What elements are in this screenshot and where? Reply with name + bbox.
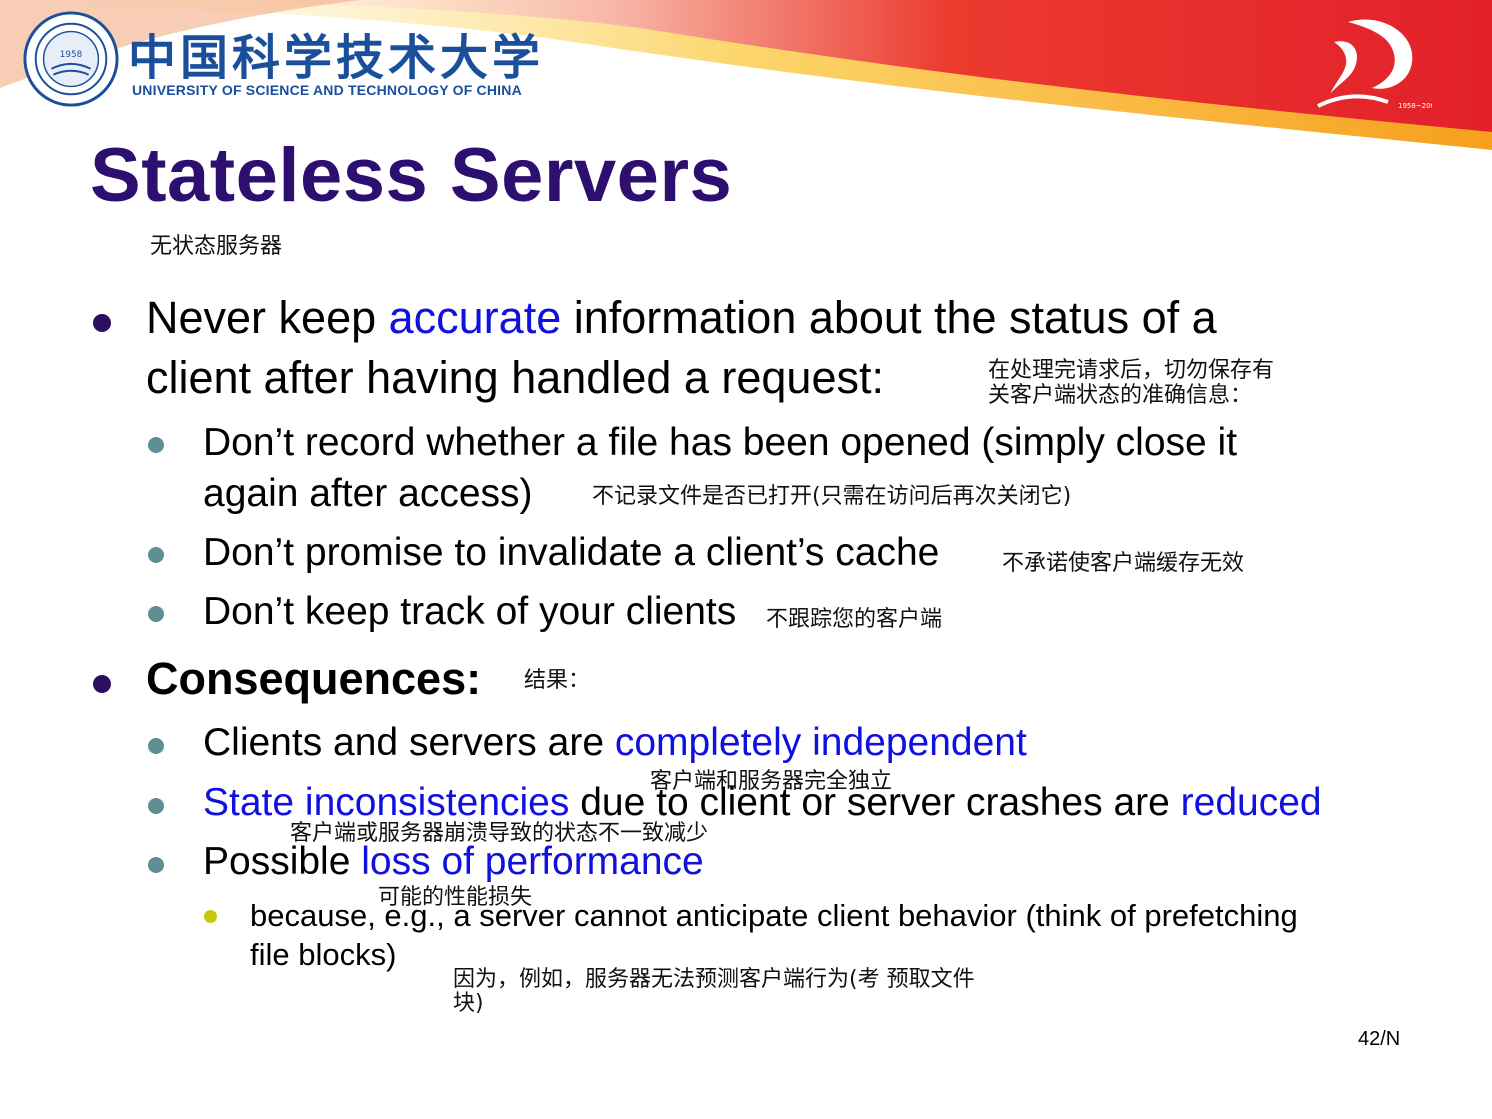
point-1-line-2: client after having handled a request: bbox=[146, 352, 884, 403]
bullet-dot bbox=[148, 437, 164, 453]
bullet-dot bbox=[148, 798, 164, 814]
point-2c-text: Possible loss of performance bbox=[203, 840, 704, 883]
point-1b-cn: 不承诺使客户端缓存无效 bbox=[1002, 551, 1245, 576]
school-name-en: UNIVERSITY OF SCIENCE AND TECHNOLOGY OF … bbox=[132, 82, 522, 98]
point-2c1-line-2: file blocks) bbox=[250, 937, 397, 972]
bullet-dot bbox=[148, 547, 164, 563]
point-2c1-cn-1: 因为，例如，服务器无法预测客户端行为(考 预取文件 bbox=[453, 967, 975, 992]
highlight-loss-of-performance: loss of performance bbox=[361, 840, 704, 883]
point-1a-cn: 不记录文件是否已打开(只需在访问后再次关闭它) bbox=[592, 484, 1072, 509]
point-1a-line-1: Don’t record whether a file has been ope… bbox=[203, 421, 1238, 464]
point-1c-text: Don’t keep track of your clients bbox=[203, 590, 737, 633]
seal-year: 1958 bbox=[60, 50, 82, 60]
point-2-heading: Consequences: bbox=[146, 653, 482, 704]
highlight-reduced: reduced bbox=[1180, 781, 1322, 824]
bullet-dot bbox=[148, 606, 164, 622]
point-1b-text: Don’t promise to invalidate a client’s c… bbox=[203, 531, 940, 574]
bullet-dot bbox=[93, 314, 111, 332]
point-1-line-1: Never keep accurate information about th… bbox=[146, 292, 1217, 343]
highlight-completely-independent: completely independent bbox=[614, 721, 1027, 764]
point-1c-cn: 不跟踪您的客户端 bbox=[766, 607, 943, 632]
slide-title: Stateless Servers bbox=[90, 133, 733, 218]
anniversary-logo: 1958~2008 bbox=[1317, 19, 1432, 110]
school-seal-logo: 1958 bbox=[23, 11, 119, 107]
page-number: 42/N bbox=[1358, 1028, 1401, 1050]
bullet-dot bbox=[148, 738, 164, 754]
point-2c1-line-1: because, e.g., a server cannot anticipat… bbox=[250, 898, 1298, 933]
school-name-cn: 中国科学技术大学 bbox=[128, 30, 545, 86]
point-2a-text: Clients and servers are completely indep… bbox=[203, 721, 1027, 764]
point-1a-line-2: again after access) bbox=[203, 472, 533, 515]
bullet-dot bbox=[148, 857, 164, 873]
bullet-dot bbox=[93, 675, 111, 693]
point-1-cn-2: 关客户端状态的准确信息： bbox=[988, 383, 1253, 408]
point-2-cn: 结果： bbox=[524, 668, 591, 693]
slide-title-cn: 无状态服务器 bbox=[150, 234, 283, 259]
bullet-dot bbox=[204, 910, 217, 923]
anniversary-years: 1958~2008 bbox=[1398, 102, 1432, 110]
point-2c1-cn-2: 块) bbox=[453, 991, 484, 1016]
highlight-accurate: accurate bbox=[388, 292, 562, 343]
